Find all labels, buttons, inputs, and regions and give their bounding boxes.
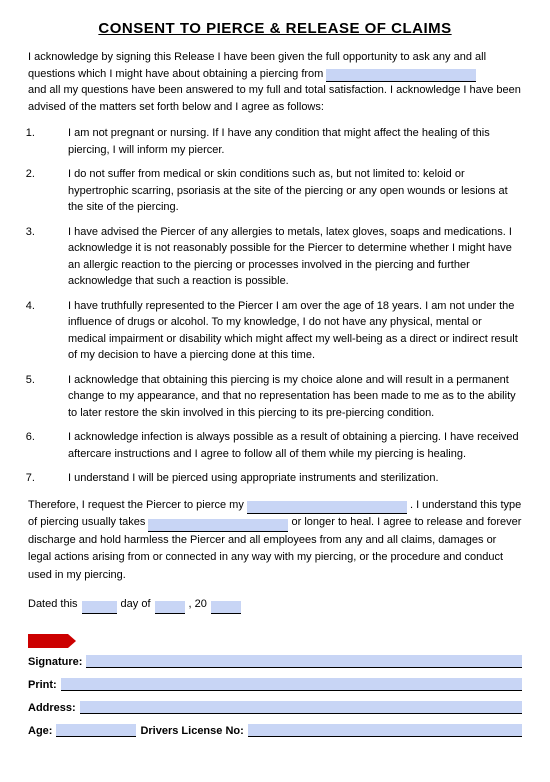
- address-row: Address:: [28, 701, 522, 714]
- title: CONSENT TO PIERCE & RELEASE OF CLAIMS: [28, 20, 522, 37]
- term-4: I have truthfully represented to the Pie…: [38, 298, 522, 364]
- terms-list: I am not pregnant or nursing. If I have …: [48, 125, 522, 487]
- intro-paragraph: I acknowledge by signing this Release I …: [28, 49, 522, 115]
- term-2: I do not suffer from medical or skin con…: [38, 166, 522, 216]
- signature-label: Signature:: [28, 656, 82, 668]
- intro-text-part2: and all my questions have been answered …: [28, 84, 521, 113]
- address-label: Address:: [28, 702, 76, 714]
- piercing-from-field[interactable]: [326, 69, 476, 82]
- signature-field[interactable]: [86, 655, 522, 668]
- dated-label1: Dated this: [28, 596, 78, 614]
- print-label: Print:: [28, 679, 57, 691]
- dl-field[interactable]: [248, 724, 522, 737]
- dated-label3: , 20: [189, 596, 207, 614]
- term-3: I have advised the Piercer of any allerg…: [38, 224, 522, 290]
- dated-label2: day of: [121, 596, 151, 614]
- age-label: Age:: [28, 725, 52, 737]
- term-6: I acknowledge infection is always possib…: [38, 429, 522, 462]
- address-field[interactable]: [80, 701, 522, 714]
- term-1: I am not pregnant or nursing. If I have …: [38, 125, 522, 158]
- age-field[interactable]: [56, 724, 136, 737]
- signature-row: Signature:: [28, 655, 522, 668]
- month-field[interactable]: [155, 601, 185, 614]
- term-5: I acknowledge that obtaining this pierci…: [38, 372, 522, 422]
- healing-time-field[interactable]: [148, 519, 288, 532]
- print-field[interactable]: [61, 678, 522, 691]
- dated-section: Dated this day of , 20: [28, 596, 522, 614]
- term-7: I understand I will be pierced using app…: [38, 470, 522, 487]
- day-field[interactable]: [82, 601, 117, 614]
- therefore-paragraph: Therefore, I request the Piercer to pier…: [28, 497, 522, 585]
- arrow-indicator: [28, 634, 68, 648]
- age-row: Age: Drivers License No:: [28, 724, 522, 737]
- signature-section: Signature: Print: Address: Age: Drivers …: [28, 634, 522, 737]
- year-field[interactable]: [211, 601, 241, 614]
- print-row: Print:: [28, 678, 522, 691]
- arrow-row: [28, 634, 522, 653]
- dl-label: Drivers License No:: [140, 725, 243, 737]
- piercing-type-field[interactable]: [247, 501, 407, 514]
- therefore-text-part1: Therefore, I request the Piercer to pier…: [28, 499, 244, 511]
